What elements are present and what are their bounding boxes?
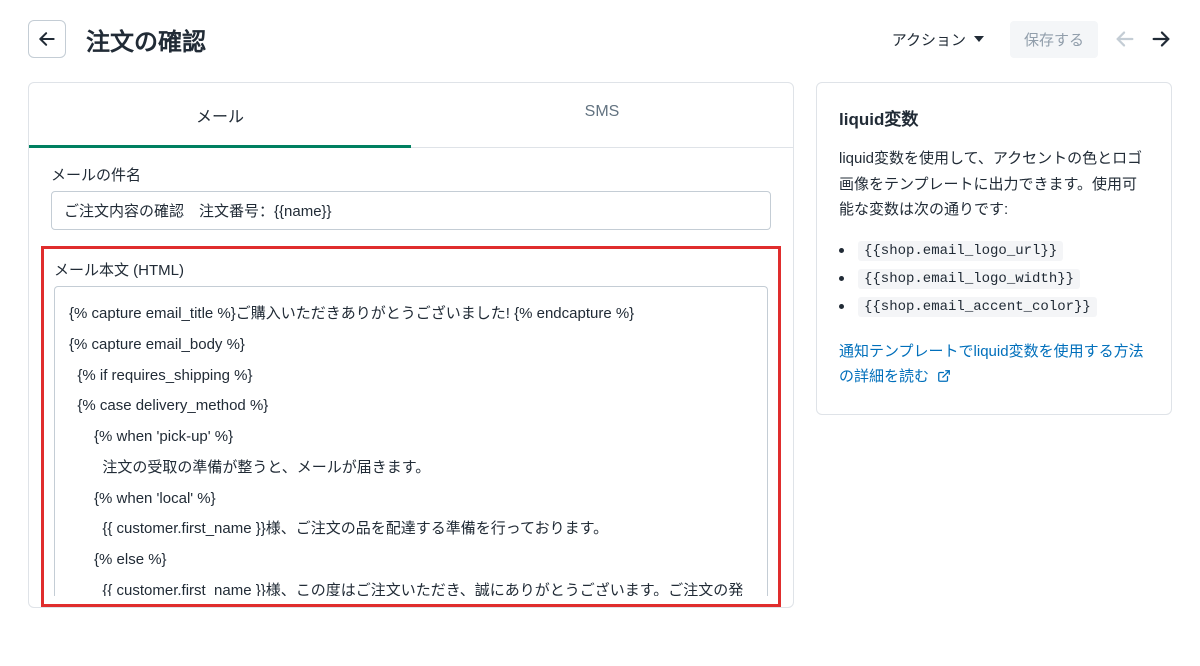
external-link-icon	[937, 366, 951, 392]
save-button[interactable]: 保存する	[1010, 21, 1098, 58]
bullet-icon	[839, 248, 844, 253]
sidebar-help-link[interactable]: 通知テンプレートでliquid変数を使用する方法の詳細を読む	[839, 343, 1144, 386]
sidebar-description: liquid変数を使用して、アクセントの色とロゴ画像をテンプレートに出力できます…	[839, 146, 1149, 223]
list-item: {{shop.email_logo_width}}	[839, 265, 1149, 293]
pagination-arrows	[1114, 28, 1172, 50]
next-arrow-button[interactable]	[1150, 28, 1172, 50]
header-right: アクション 保存する	[882, 21, 1172, 58]
action-dropdown[interactable]: アクション	[882, 23, 994, 56]
arrow-left-icon	[37, 29, 57, 49]
page-title: 注文の確認	[86, 22, 206, 57]
header-left: 注文の確認	[28, 20, 206, 58]
tab-label: SMS	[585, 103, 620, 120]
sidebar-panel: liquid変数 liquid変数を使用して、アクセントの色とロゴ画像をテンプレ…	[816, 82, 1172, 415]
tab-sms[interactable]: SMS	[411, 83, 793, 147]
list-item: {{shop.email_logo_url}}	[839, 237, 1149, 265]
link-text: 通知テンプレートでliquid変数を使用する方法の詳細を読む	[839, 343, 1144, 386]
body-section-highlighted: メール本文 (HTML) {% capture email_title %}ご購…	[41, 246, 781, 607]
body-textarea[interactable]: {% capture email_title %}ご購入いただきありがとうござい…	[54, 286, 768, 596]
tab-email[interactable]: メール	[29, 83, 411, 147]
subject-input[interactable]	[51, 191, 771, 230]
caret-down-icon	[974, 36, 984, 42]
variable-code: {{shop.email_logo_width}}	[858, 269, 1080, 289]
action-dropdown-label: アクション	[892, 29, 966, 50]
main-panel: メール SMS メールの件名 メール本文 (HTML) {% capture e…	[28, 82, 794, 608]
arrow-left-icon	[1114, 28, 1136, 50]
bullet-icon	[839, 276, 844, 281]
variable-list: {{shop.email_logo_url}} {{shop.email_log…	[839, 237, 1149, 321]
arrow-right-icon	[1150, 28, 1172, 50]
variable-code: {{shop.email_logo_url}}	[858, 241, 1063, 261]
content-row: メール SMS メールの件名 メール本文 (HTML) {% capture e…	[28, 82, 1172, 608]
back-button[interactable]	[28, 20, 66, 58]
body-label: メール本文 (HTML)	[54, 259, 768, 280]
prev-arrow-button[interactable]	[1114, 28, 1136, 50]
subject-section: メールの件名	[29, 148, 793, 246]
subject-label: メールの件名	[51, 164, 771, 185]
sidebar-title: liquid変数	[839, 105, 1149, 130]
list-item: {{shop.email_accent_color}}	[839, 293, 1149, 321]
page-header: 注文の確認 アクション 保存する	[28, 20, 1172, 58]
tab-label: メール	[196, 109, 244, 126]
bullet-icon	[839, 304, 844, 309]
tabs: メール SMS	[29, 83, 793, 148]
variable-code: {{shop.email_accent_color}}	[858, 297, 1097, 317]
